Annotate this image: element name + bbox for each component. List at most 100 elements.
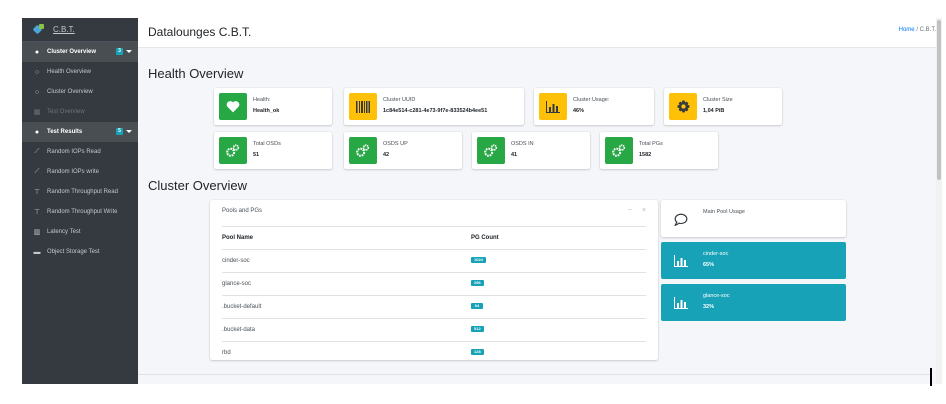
table-row: rbd 128 xyxy=(222,342,646,365)
info-box-label: OSDS UP xyxy=(383,141,408,147)
sidebar-item-cluster-overview[interactable]: ○ Cluster Overview xyxy=(22,82,138,102)
card-title: Pools and PGs xyxy=(222,208,263,214)
pool-usage-label: cinder-soc xyxy=(703,251,729,257)
sidebar-item-label: Latency Test xyxy=(47,229,81,235)
breadcrumb-current: C.B.T. xyxy=(919,27,936,33)
sidebar-item-label: Random IOPs write xyxy=(47,169,100,175)
bar-chart-icon: ▥ xyxy=(33,229,41,236)
info-box-label: Total PGs xyxy=(639,141,663,147)
speech-bubble-icon xyxy=(673,211,689,227)
pool-usage-value: 32% xyxy=(703,304,715,310)
sidebar-item-latency-test[interactable]: ▥ Latency Test xyxy=(22,222,138,242)
pool-name: .bucket-data xyxy=(222,327,256,333)
cluster-overview-heading: Cluster Overview xyxy=(148,178,247,193)
pool-usage-cinder-soc: cinder-soc 65% xyxy=(661,242,846,279)
sidebar-item-label: Cluster Overview xyxy=(47,89,93,95)
bar-chart-icon xyxy=(673,253,689,269)
osds-up-box: OSDS UP 42 xyxy=(344,132,462,169)
table-row: cinder-soc 1024 xyxy=(222,250,646,273)
sidebar-item-random-throughput-write[interactable]: ⊤ Random Throughput Write xyxy=(22,202,138,222)
breadcrumb-home-link[interactable]: Home xyxy=(899,27,915,33)
sidebar-item-label: Random Throughput Write xyxy=(47,209,118,215)
pool-name: rbd xyxy=(222,350,231,356)
pool-name: glance-soc xyxy=(222,281,252,287)
pool-usage-glance-soc: glance-soc 32% xyxy=(661,284,846,321)
column-header-pool-name: Pool Name xyxy=(222,235,254,241)
table-row: glance-soc 256 xyxy=(222,273,646,296)
sidebar-item-label: Object Storage Test xyxy=(47,249,100,255)
page-title: Datalounges C.B.T. xyxy=(148,25,252,39)
sidebar: C.B.T. ● Cluster Overview 3 ○ Health Ove… xyxy=(22,18,138,384)
info-box-label: Health: xyxy=(253,97,271,103)
info-box-label: Cluster UUID xyxy=(383,97,416,103)
pools-and-pgs-card: Pools and PGs − × Pool Name PG Count cind… xyxy=(210,200,658,360)
cogs-icon xyxy=(605,137,633,164)
sidebar-item-random-throughput-read[interactable]: ⊤ Random Throughput Read xyxy=(22,182,138,202)
info-box-value: 41 xyxy=(511,152,518,158)
pg-count-badge: 256 xyxy=(471,280,484,286)
barcode-icon xyxy=(349,93,377,120)
info-box-value: Health_ok xyxy=(253,108,280,114)
table-row: .bucket-data 512 xyxy=(222,319,646,342)
sidebar-group-cluster-overview[interactable]: ● Cluster Overview 3 xyxy=(22,42,138,62)
sidebar-group-label: Cluster Overview xyxy=(47,49,97,55)
sidebar-group-label: Test Results xyxy=(47,129,83,135)
sidebar-item-label: Test Overview xyxy=(47,109,85,115)
circle-filled-icon: ● xyxy=(34,128,40,136)
pg-count-badge: 512 xyxy=(471,326,484,332)
info-box-value: 51 xyxy=(253,152,260,158)
pool-name: cinder-soc xyxy=(222,258,250,264)
table-row: .bucket-default 64 xyxy=(222,296,646,319)
top-bar: Datalounges C.B.T. Home / C.B.T. xyxy=(138,18,942,48)
table-header: Pool Name PG Count xyxy=(222,226,646,250)
info-box-value: 1c84e514-c281-4e73-9f7e-833524b4ee51 xyxy=(383,108,488,114)
card-tools: − × xyxy=(618,207,646,214)
sidebar-group-test-results[interactable]: ● Test Results 5 xyxy=(22,122,138,142)
info-box-label: Total OSDs xyxy=(253,141,281,147)
minimize-icon[interactable]: − xyxy=(628,207,632,214)
gear-icon xyxy=(669,93,697,120)
sidebar-item-random-iops-write[interactable]: ⟋ Random IOPs write xyxy=(22,162,138,182)
sidebar-item-label: Health Overview xyxy=(47,69,92,75)
network-icon: ⊤ xyxy=(33,189,41,196)
brand-name: C.B.T. xyxy=(53,25,75,34)
line-chart-icon: ⟋ xyxy=(34,168,40,175)
pool-usage-title: Main Pool Usage xyxy=(703,209,745,215)
close-icon[interactable]: × xyxy=(642,207,646,214)
count-badge: 3 xyxy=(116,48,123,55)
total-osds-box: Total OSDs 51 xyxy=(214,132,332,169)
pool-usage-value: 65% xyxy=(703,262,715,268)
circle-outline-icon: ○ xyxy=(34,68,40,76)
info-box-value: 42 xyxy=(383,152,390,158)
circle-filled-icon: ● xyxy=(34,48,40,56)
grid-icon: ▦ xyxy=(33,109,41,116)
total-pgs-box: Total PGs 1582 xyxy=(600,132,718,169)
brand-link[interactable]: C.B.T. xyxy=(22,18,138,42)
vertical-scrollbar[interactable] xyxy=(936,18,942,384)
cluster-usage-box: Cluster Usage: 46% xyxy=(534,88,654,125)
storage-icon: ▬ xyxy=(33,248,41,256)
scrollbar-thumb[interactable] xyxy=(937,20,941,180)
caret-down-icon xyxy=(126,50,132,53)
info-box-label: Cluster Usage: xyxy=(573,97,610,103)
pg-count-badge: 1024 xyxy=(471,257,486,263)
sidebar-item-health-overview[interactable]: ○ Health Overview xyxy=(22,62,138,82)
sidebar-item-object-storage-test[interactable]: ▬ Object Storage Test xyxy=(22,242,138,262)
caret-down-icon xyxy=(126,130,132,133)
pool-usage-label: glance-soc xyxy=(703,293,730,299)
sidebar-item-random-iops-read[interactable]: ⟋ Random IOPs Read xyxy=(22,142,138,162)
bar-chart-icon xyxy=(539,93,567,120)
info-box-value: 46% xyxy=(573,108,585,114)
info-box-label: Cluster Size xyxy=(703,97,733,103)
text-cursor xyxy=(930,368,932,386)
brand-logo-icon xyxy=(34,24,45,35)
circle-outline-icon: ○ xyxy=(34,88,40,96)
main-content: Datalounges C.B.T. Home / C.B.T. Health … xyxy=(138,18,942,384)
sidebar-item-label: Random Throughput Read xyxy=(47,189,118,195)
main-pool-usage-box: Main Pool Usage xyxy=(661,200,846,237)
health-status-box: Health: Health_ok xyxy=(214,88,332,125)
footer-divider xyxy=(138,374,930,375)
breadcrumb: Home / C.B.T. xyxy=(899,27,936,33)
pg-count-badge: 64 xyxy=(471,303,483,309)
count-badge: 5 xyxy=(116,128,123,135)
